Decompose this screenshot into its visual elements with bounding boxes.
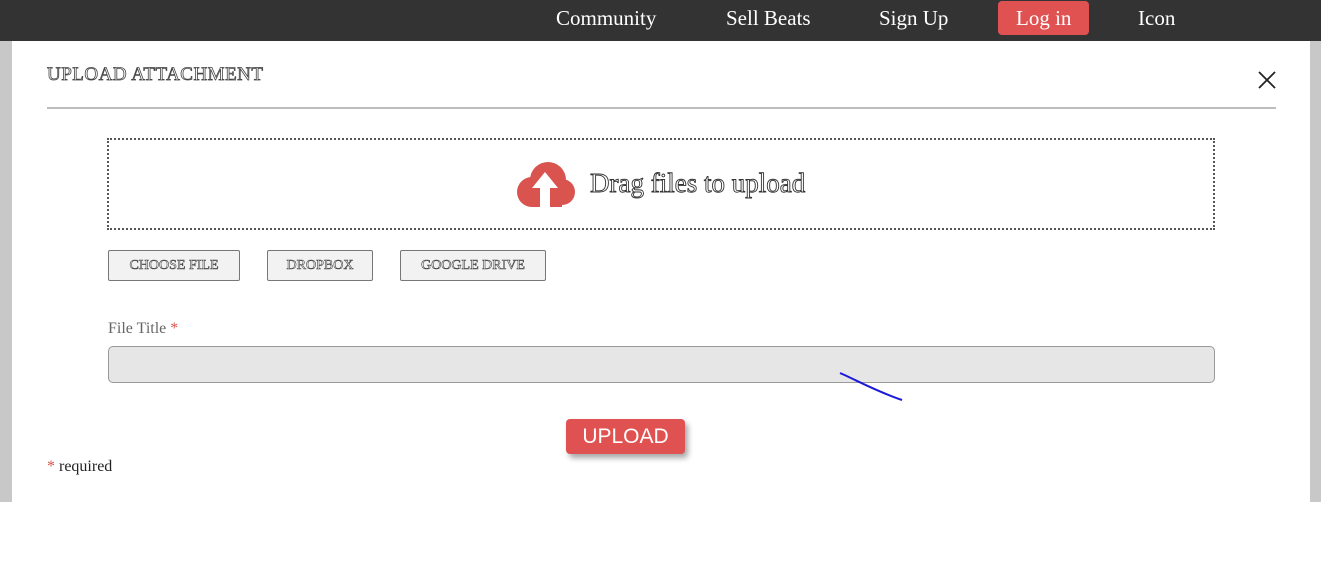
- upload-button[interactable]: UPLOAD: [566, 419, 685, 454]
- file-title-label: File Title *: [108, 320, 178, 338]
- nav-login-button[interactable]: Log in: [998, 1, 1090, 35]
- close-icon[interactable]: [1257, 70, 1277, 90]
- choose-file-button[interactable]: CHOOSE FILE: [108, 250, 240, 281]
- required-asterisk: *: [170, 320, 179, 337]
- nav-sell-beats-link[interactable]: Sell Beats: [726, 0, 811, 36]
- file-title-input[interactable]: [108, 346, 1215, 383]
- backdrop-right: [1310, 41, 1321, 502]
- dropzone-text: Drag files to upload: [590, 168, 806, 199]
- required-note-asterisk: *: [47, 458, 55, 475]
- google-drive-button[interactable]: GOOGLE DRIVE: [400, 250, 546, 281]
- cloud-upload-icon: [517, 162, 575, 208]
- modal-header-divider: [47, 107, 1276, 109]
- backdrop-left: [0, 41, 12, 502]
- nav-icon-link[interactable]: Icon: [1138, 0, 1175, 36]
- required-note-text: required: [55, 458, 113, 475]
- nav-sign-up-link[interactable]: Sign Up: [879, 0, 948, 36]
- dropbox-button[interactable]: DROPBOX: [267, 250, 373, 281]
- nav-community-link[interactable]: Community: [556, 0, 656, 36]
- top-navbar: Community Sell Beats Sign Up Log in Icon: [0, 0, 1321, 41]
- modal-title: UPLOAD ATTACHMENT: [47, 64, 264, 86]
- file-title-label-text: File Title: [108, 320, 167, 337]
- required-note: * required: [47, 458, 112, 476]
